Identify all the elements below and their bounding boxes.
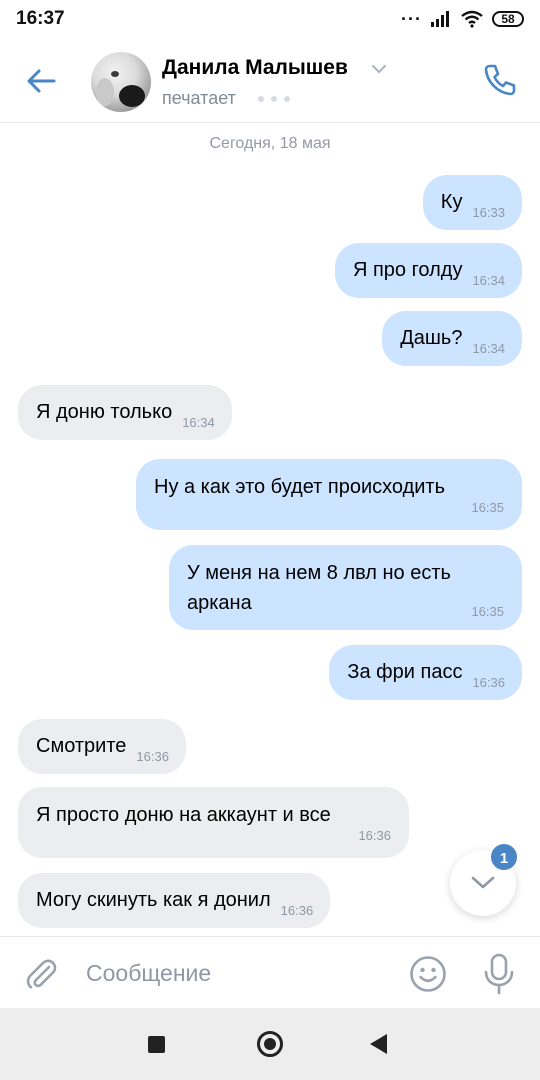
message-text: Я доню только [36,401,173,423]
message-bubble-out[interactable]: Ну а как это будет происходить 16:35 [136,459,522,530]
message-text: За фри пасс [347,661,463,683]
message-time: 16:35 [471,500,504,515]
unread-badge: 1 [489,842,519,872]
message-text: Могу скинуть как я донил [36,889,271,911]
avatar-image [96,71,145,107]
status-icons: ··· 58 [401,8,524,30]
phone-icon[interactable] [482,62,518,98]
avatar[interactable] [91,52,151,112]
message-time: 16:36 [358,828,391,843]
back-triangle-icon[interactable] [370,1034,387,1054]
message-time: 16:34 [472,341,505,356]
status-time: 16:37 [16,8,65,29]
message-time: 16:36 [136,749,169,764]
message-text: Я про голду [352,259,463,281]
smile-icon[interactable] [408,954,448,994]
typing-status: печатает [162,88,236,108]
contact-name[interactable]: Данила Малышев [162,56,348,80]
message-time: 16:36 [472,675,505,690]
chevron-down-icon[interactable] [370,62,388,76]
message-text: Смотрите [36,735,127,757]
signal-icon [431,11,449,27]
message-bubble-out[interactable]: У меня на нем 8 лвл но есть аркана 16:35 [169,545,522,630]
paperclip-icon[interactable] [22,955,60,993]
message-time: 16:34 [182,415,215,430]
date-separator: Сегодня, 18 мая [209,135,331,152]
chevron-down-icon [471,876,495,889]
message-bubble-in[interactable]: Могу скинуть как я донил 16:36 [18,873,331,928]
home-icon[interactable] [257,1031,283,1057]
message-bubble-in[interactable]: Я доню только 16:34 [18,385,232,440]
message-composer [0,936,540,1009]
wifi-icon [461,10,483,28]
message-time: 16:36 [280,903,314,918]
battery-icon: 58 [492,11,524,27]
message-text: Я просто доню на аккаунт и все [36,804,331,826]
message-input[interactable] [86,951,386,995]
chat-header: Данила Малышев печатает [0,38,540,123]
message-time: 16:33 [472,205,505,220]
message-bubble-out[interactable]: Я про голду 16:34 [334,243,522,298]
message-time: 16:34 [472,273,505,288]
typing-indicator [258,96,290,102]
message-bubble-out[interactable]: Ку 16:33 [422,175,522,230]
message-bubble-in[interactable]: Я просто доню на аккаунт и все 16:36 [18,787,409,858]
message-text: Ку [440,191,463,213]
message-bubble-out[interactable]: За фри пасс 16:36 [329,645,522,700]
recent-apps-icon[interactable] [148,1036,165,1053]
message-bubble-out[interactable]: Дашь? 16:34 [382,311,522,366]
microphone-icon[interactable] [482,953,516,995]
back-arrow-icon[interactable] [24,64,58,98]
message-bubble-in[interactable]: Смотрите 16:36 [18,719,186,774]
system-nav-bar [0,1008,540,1080]
notification-dots-icon: ··· [401,9,422,29]
message-text: Дашь? [400,327,463,349]
message-text: Ну а как это будет происходить [154,476,446,498]
status-bar: 16:37 ··· 58 [0,0,540,38]
